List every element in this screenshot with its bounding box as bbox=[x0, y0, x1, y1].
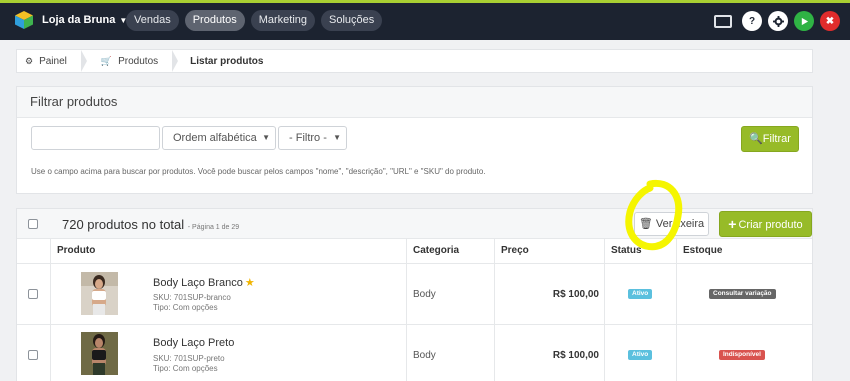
top-navbar: Loja da Bruna ▼ Vendas Produtos Marketin… bbox=[0, 0, 850, 40]
create-product-label: Criar produto bbox=[738, 219, 803, 231]
trash-button[interactable]: 🗑 Ver lixeira bbox=[634, 212, 709, 236]
row-checkbox[interactable] bbox=[28, 289, 38, 299]
col-categoria: Categoria bbox=[407, 239, 495, 263]
row-select-cell bbox=[17, 325, 51, 381]
filter-hint: Use o campo acima para buscar por produt… bbox=[31, 167, 486, 176]
search-icon: 🔍 bbox=[749, 133, 763, 145]
top-actions: ? ✖ bbox=[714, 11, 840, 31]
plus-icon: + bbox=[728, 216, 737, 232]
products-count: 720 produtos no total - Página 1 de 29 bbox=[62, 217, 239, 232]
category-cell: Body bbox=[407, 325, 495, 381]
product-type: Tipo: Com opções bbox=[153, 364, 218, 373]
col-checkbox bbox=[17, 239, 51, 263]
product-sku: SKU: 701SUP-preto bbox=[153, 354, 225, 363]
price-cell: R$ 100,00 bbox=[495, 264, 605, 324]
stock-badge: Indisponível bbox=[719, 350, 765, 360]
col-preco: Preço bbox=[495, 239, 605, 263]
order-select-value: Ordem alfabética bbox=[173, 132, 257, 144]
filter-select[interactable]: - Filtro - ▼ bbox=[278, 126, 347, 150]
product-name-text: Body Laço Preto bbox=[153, 337, 235, 349]
select-all-checkbox[interactable] bbox=[28, 219, 38, 229]
row-select-cell bbox=[17, 264, 51, 324]
products-count-text: 720 produtos no total bbox=[62, 217, 185, 232]
stock-badge[interactable]: Consultar variação bbox=[709, 289, 776, 299]
trash-icon: 🗑 bbox=[638, 218, 653, 230]
trash-button-label: Ver lixeira bbox=[655, 218, 705, 230]
filter-select-value: - Filtro - bbox=[289, 132, 327, 144]
product-category: Body bbox=[413, 350, 436, 361]
category-cell: Body bbox=[407, 264, 495, 324]
product-cell: Body Laço Preto SKU: 701SUP-preto Tipo: … bbox=[51, 325, 407, 381]
screen-icon[interactable] bbox=[714, 14, 732, 28]
filter-title: Filtrar produtos bbox=[17, 87, 812, 118]
order-select[interactable]: Ordem alfabética ▼ bbox=[162, 126, 276, 150]
help-icon[interactable]: ? bbox=[742, 11, 762, 31]
product-price: R$ 100,00 bbox=[552, 289, 599, 300]
filter-button-label: Filtrar bbox=[762, 133, 791, 145]
logo-cube-icon bbox=[15, 11, 33, 29]
breadcrumb-produtos[interactable]: 🛒 Produtos bbox=[81, 50, 179, 72]
stock-cell: Indisponível bbox=[677, 325, 812, 381]
status-cell: Ativo bbox=[605, 325, 677, 381]
products-page: - Página 1 de 29 bbox=[187, 224, 240, 231]
status-badge: Ativo bbox=[628, 350, 653, 360]
products-header: 720 produtos no total - Página 1 de 29 🗑… bbox=[17, 209, 812, 239]
close-icon[interactable]: ✖ bbox=[820, 11, 840, 31]
product-price: R$ 100,00 bbox=[552, 350, 599, 361]
product-name-text: Body Laço Branco bbox=[153, 277, 243, 289]
price-cell: R$ 100,00 bbox=[495, 325, 605, 381]
breadcrumb-produtos-label: Produtos bbox=[118, 55, 159, 67]
row-checkbox[interactable] bbox=[28, 350, 38, 360]
breadcrumb: ⚙ Painel 🛒 Produtos Listar produtos bbox=[16, 49, 813, 73]
breadcrumb-painel[interactable]: ⚙ Painel bbox=[17, 50, 87, 72]
table-row[interactable]: Body Laço Preto SKU: 701SUP-preto Tipo: … bbox=[17, 324, 812, 381]
product-name[interactable]: Body Laço Preto bbox=[153, 337, 234, 349]
play-icon[interactable] bbox=[794, 11, 814, 31]
table-row[interactable]: Body Laço Branco ★ SKU: 701SUP-branco Tip… bbox=[17, 263, 812, 324]
chevron-down-icon: ▼ bbox=[333, 133, 341, 142]
product-category: Body bbox=[413, 289, 436, 300]
main-nav: Vendas Produtos Marketing Soluções bbox=[126, 10, 383, 31]
breadcrumb-painel-label: Painel bbox=[39, 55, 67, 67]
product-thumbnail[interactable] bbox=[81, 272, 118, 315]
cart-icon: 🛒 bbox=[100, 55, 113, 66]
product-type: Tipo: Com opções bbox=[153, 303, 218, 312]
gear-icon: ⚙ bbox=[25, 55, 34, 66]
nav-marketing[interactable]: Marketing bbox=[250, 10, 316, 31]
store-switcher[interactable]: Loja da Bruna ▼ bbox=[14, 10, 127, 30]
col-status: Status bbox=[605, 239, 677, 263]
nav-solucoes[interactable]: Soluções bbox=[321, 10, 383, 31]
star-icon: ★ bbox=[244, 277, 255, 289]
search-input[interactable] bbox=[31, 126, 160, 150]
products-panel: 720 produtos no total - Página 1 de 29 🗑… bbox=[16, 208, 813, 381]
product-thumbnail[interactable] bbox=[81, 332, 118, 375]
product-cell: Body Laço Branco ★ SKU: 701SUP-branco Tip… bbox=[51, 264, 407, 324]
col-produto: Produto bbox=[51, 239, 407, 263]
filter-button[interactable]: 🔍Filtrar bbox=[741, 126, 799, 152]
status-badge: Ativo bbox=[628, 289, 653, 299]
store-name: Loja da Bruna bbox=[42, 14, 116, 26]
filter-panel: Filtrar produtos Ordem alfabética ▼ - Fi… bbox=[16, 86, 813, 194]
create-product-button[interactable]: + Criar produto bbox=[719, 211, 812, 237]
product-name[interactable]: Body Laço Branco ★ bbox=[153, 276, 255, 289]
status-cell: Ativo bbox=[605, 264, 677, 324]
gear-icon[interactable] bbox=[768, 11, 788, 31]
chevron-down-icon: ▼ bbox=[262, 133, 270, 142]
nav-produtos[interactable]: Produtos bbox=[184, 10, 245, 31]
breadcrumb-current: Listar produtos bbox=[190, 55, 264, 67]
stock-cell: Consultar variação bbox=[677, 264, 812, 324]
col-estoque: Estoque bbox=[683, 245, 723, 256]
nav-vendas[interactable]: Vendas bbox=[126, 10, 179, 31]
product-sku: SKU: 701SUP-branco bbox=[153, 293, 231, 302]
